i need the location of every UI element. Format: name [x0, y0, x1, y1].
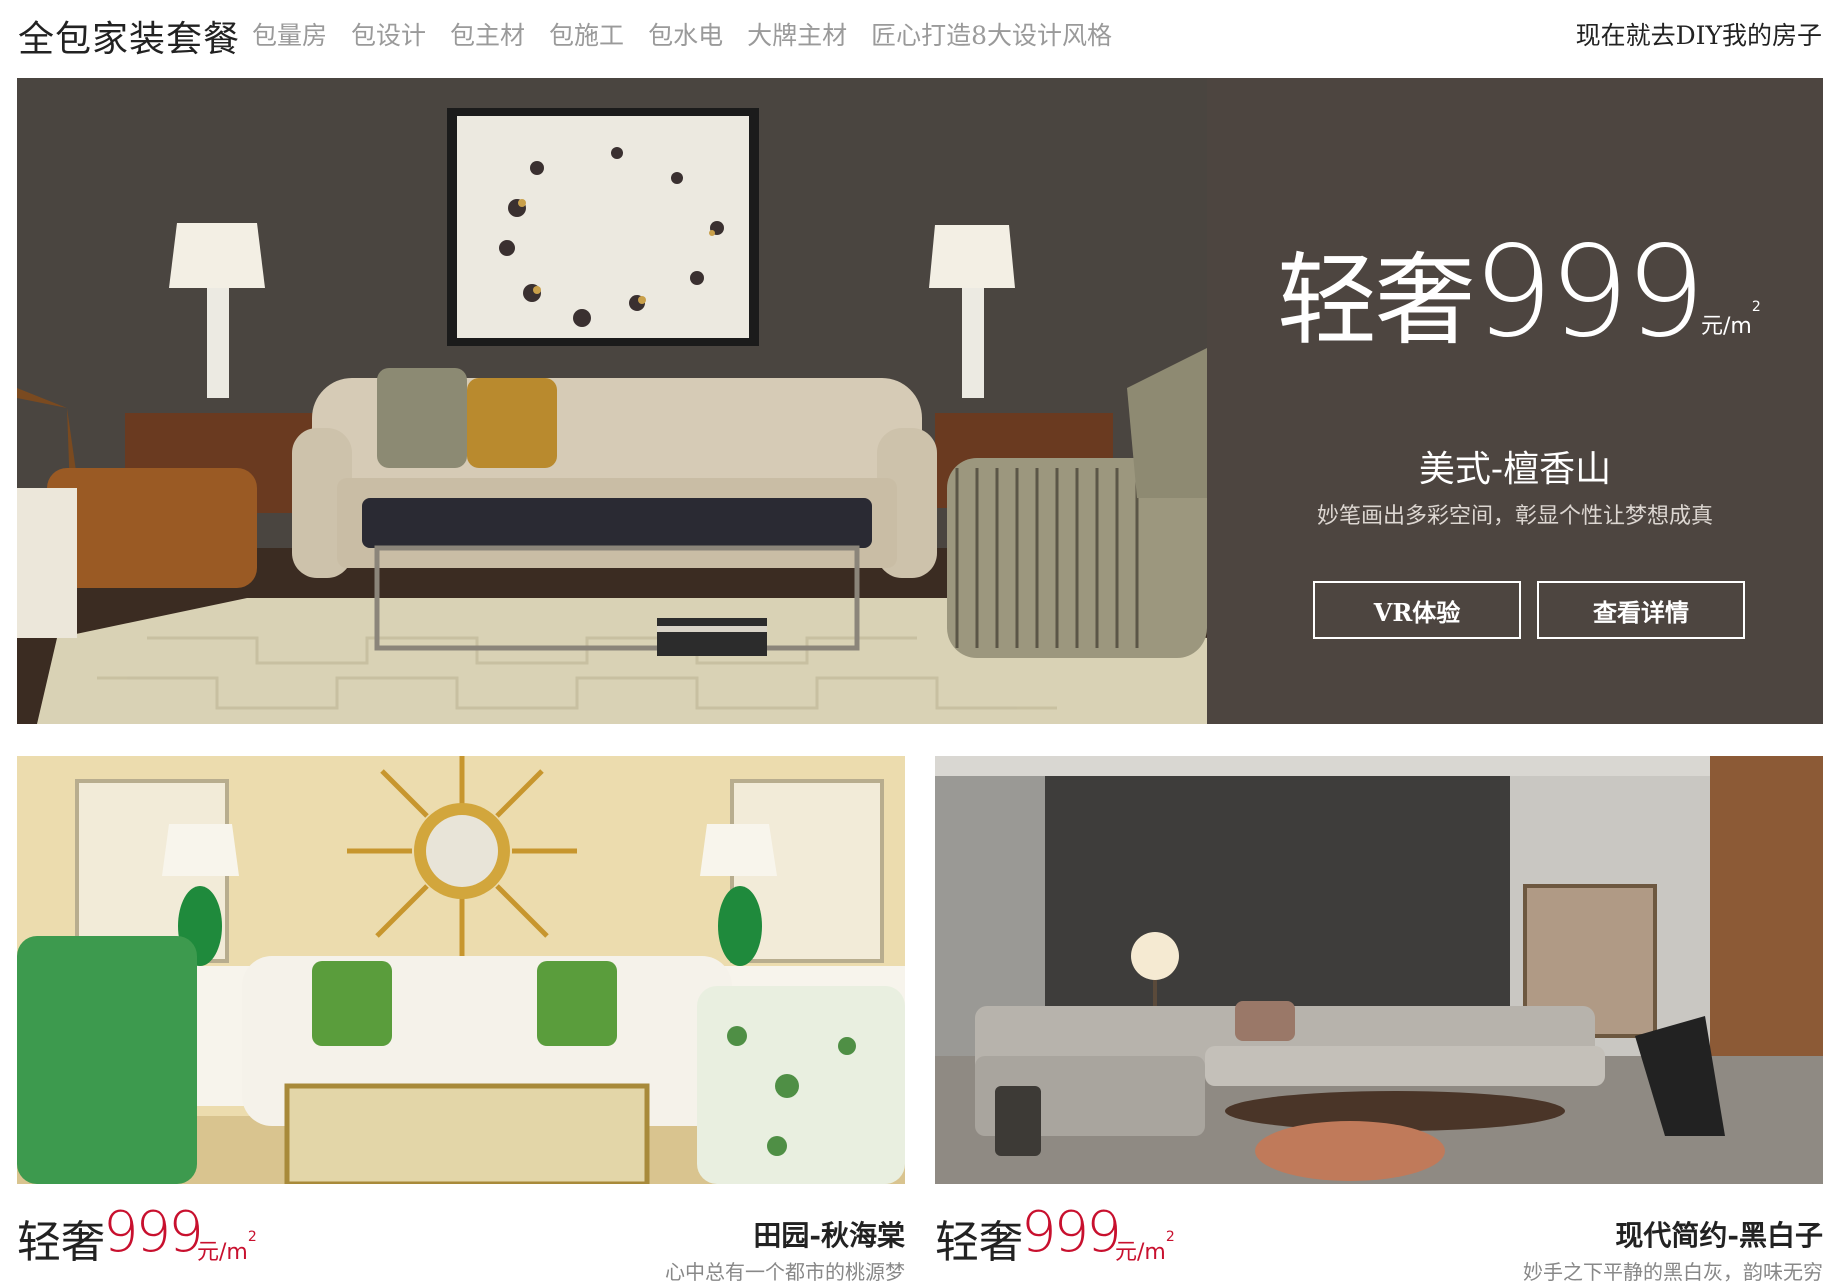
hero-style-subtitle: 妙笔画出多彩空间，彰显个性让梦想成真 — [1316, 504, 1713, 529]
package-card-pastoral[interactable]: 轻奢 999 元/m2 田园-秋海棠 心中总有一个都市的桃源梦 — [17, 756, 905, 1284]
hero-living-room-image[interactable] — [17, 78, 1207, 724]
hero-price-prefix: 轻奢 — [1277, 242, 1475, 359]
hero-banner: 轻奢999 元/m2 美式-檀香山 妙笔画出多彩空间，彰显个性让梦想成真 VR体… — [17, 78, 1823, 724]
pastoral-price-number: 999 — [103, 1200, 204, 1265]
nav-item-plumbing[interactable]: 包水电 — [648, 16, 723, 52]
brand-title: 全包家装套餐 — [18, 19, 241, 60]
package-card-modern[interactable]: 轻奢 999 元/m2 现代简约-黑白子 妙手之下平静的黑白灰，韵味无穷 — [935, 756, 1823, 1284]
hero-price-unit-text: 元/m — [1701, 314, 1752, 339]
main-nav: 包量房 包设计 包主材 包施工 包水电 大牌主材 匠心打造8大设计风格 — [252, 16, 1136, 52]
hero-price-unit-sup: 2 — [1751, 298, 1761, 315]
nav-item-construction[interactable]: 包施工 — [549, 16, 624, 52]
hero-price-number: 999 — [1473, 218, 1705, 365]
diy-link[interactable]: 现在就去DIY我的房子 — [1576, 16, 1822, 52]
modern-price-unit-sup: 2 — [1165, 1228, 1175, 1245]
pastoral-style-subtitle: 心中总有一个都市的桃源梦 — [665, 1260, 905, 1284]
modern-room-image[interactable] — [935, 756, 1823, 1184]
pastoral-price-unit-sup: 2 — [247, 1228, 257, 1245]
pastoral-price-prefix: 轻奢 — [17, 1217, 105, 1268]
pastoral-card-footer: 轻奢 999 元/m2 田园-秋海棠 心中总有一个都市的桃源梦 — [17, 1184, 905, 1284]
pastoral-price-unit: 元/m2 — [197, 1229, 257, 1266]
nav-item-design[interactable]: 包设计 — [351, 16, 426, 52]
modern-price-number: 999 — [1021, 1200, 1122, 1265]
modern-price-unit: 元/m2 — [1115, 1229, 1175, 1266]
hero-info-panel: 轻奢999 元/m2 美式-檀香山 妙笔画出多彩空间，彰显个性让梦想成真 VR体… — [1207, 78, 1823, 724]
nav-item-styles[interactable]: 匠心打造8大设计风格 — [871, 16, 1112, 52]
modern-price-unit-text: 元/m — [1115, 1240, 1166, 1265]
nav-item-brands[interactable]: 大牌主材 — [747, 16, 847, 52]
pastoral-price-unit-text: 元/m — [197, 1240, 248, 1265]
nav-item-measure[interactable]: 包量房 — [252, 16, 327, 52]
modern-card-footer: 轻奢 999 元/m2 现代简约-黑白子 妙手之下平静的黑白灰，韵味无穷 — [935, 1184, 1823, 1284]
hero-price-unit: 元/m2 — [1701, 299, 1761, 340]
vr-experience-button[interactable]: VR体验 — [1313, 581, 1521, 639]
pastoral-style-title[interactable]: 田园-秋海棠 — [753, 1214, 905, 1254]
pastoral-room-image[interactable] — [17, 756, 905, 1184]
hero-price: 轻奢999 — [1277, 218, 1705, 365]
modern-style-subtitle: 妙手之下平静的黑白灰，韵味无穷 — [1523, 1260, 1823, 1284]
nav-item-materials[interactable]: 包主材 — [450, 16, 525, 52]
hero-style-title: 美式-檀香山 — [1418, 449, 1612, 490]
modern-style-title[interactable]: 现代简约-黑白子 — [1615, 1214, 1823, 1254]
top-bar: 全包家装套餐 包量房 包设计 包主材 包施工 包水电 大牌主材 匠心打造8大设计… — [0, 0, 1838, 64]
modern-price-prefix: 轻奢 — [935, 1217, 1023, 1268]
view-details-button[interactable]: 查看详情 — [1537, 581, 1745, 639]
